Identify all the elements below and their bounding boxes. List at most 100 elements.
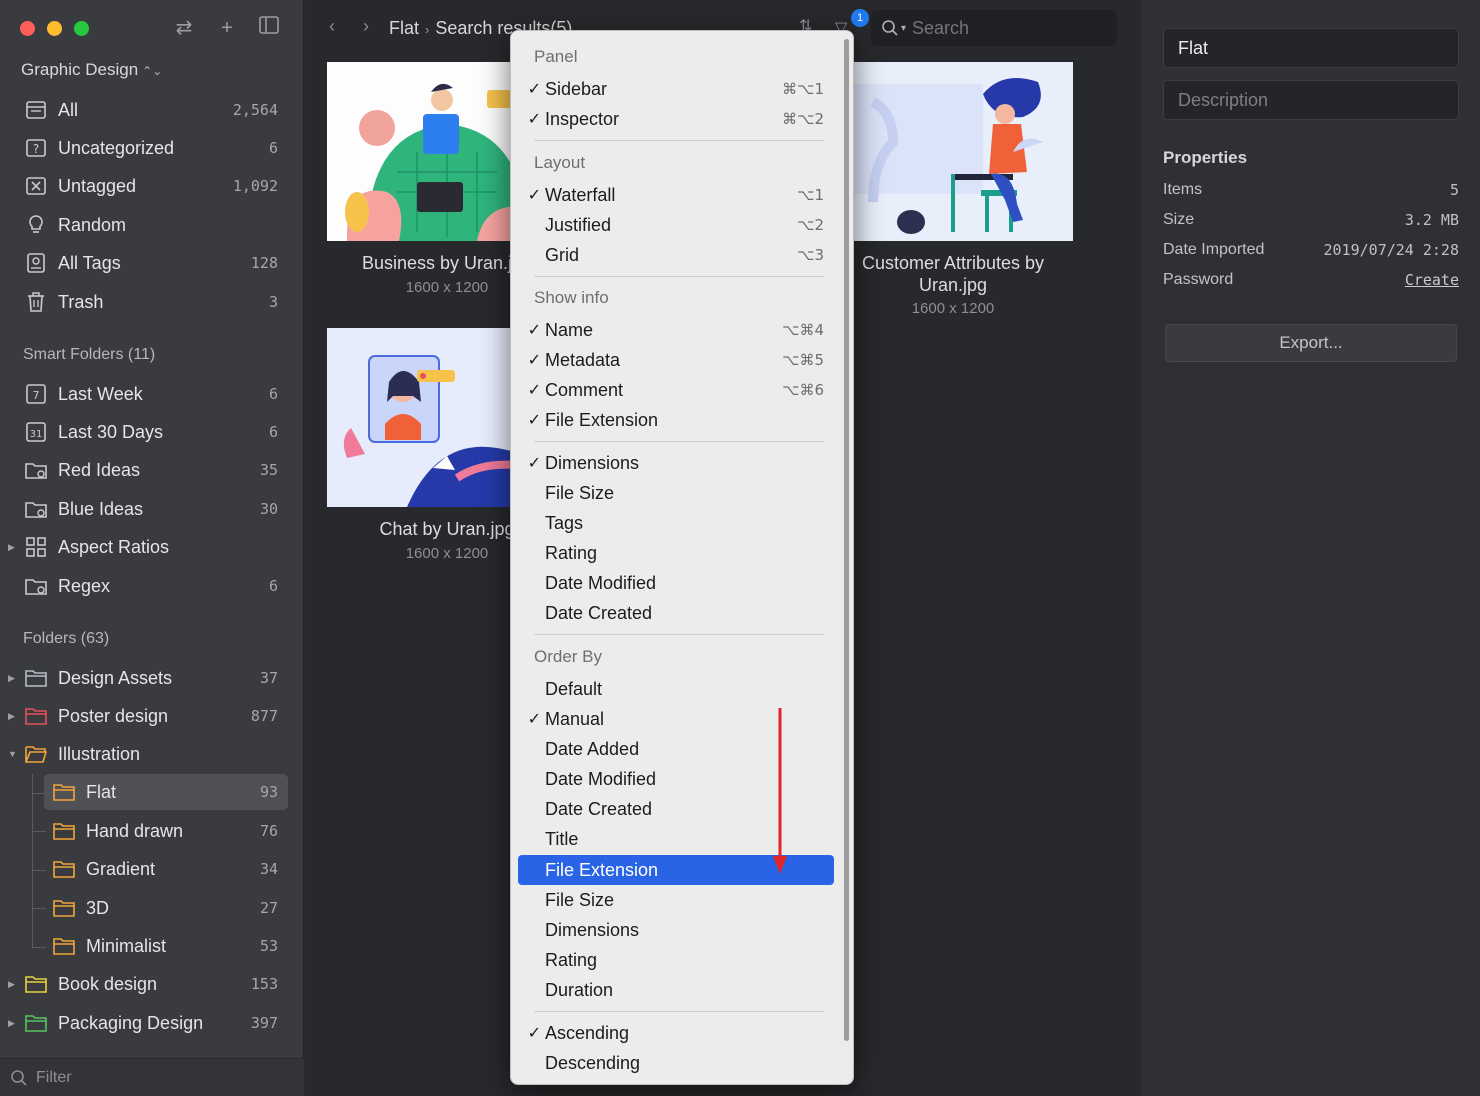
search-input[interactable] — [912, 17, 1093, 39]
disclosure-down-icon[interactable]: ▼ — [8, 749, 17, 759]
annotation-arrow-icon — [773, 708, 787, 874]
description-field[interactable]: Description — [1163, 80, 1459, 120]
create-password-link[interactable]: Create — [1405, 271, 1459, 289]
inspector-panel: Flat Description Properties Items 5 Size 3… — [1140, 0, 1480, 1096]
menu-item-descending[interactable]: Descending — [518, 1048, 834, 1078]
disclosure-right-icon[interactable]: ▶ — [8, 711, 15, 722]
sidebar-filter[interactable]: Filter — [0, 1058, 304, 1096]
menu-item-grid[interactable]: Grid ⌥3 — [518, 240, 834, 270]
property-password: Password Create — [1163, 271, 1459, 289]
sidebar-item-trash[interactable]: Trash 3 — [16, 284, 288, 320]
item-count: 2,564 — [232, 101, 278, 119]
export-button[interactable]: Export... — [1165, 324, 1457, 362]
disclosure-right-icon[interactable]: ▶ — [8, 979, 15, 990]
sidebar-item-label: Last 30 Days — [58, 421, 164, 442]
sidebar-item-all[interactable]: All 2,564 — [16, 92, 288, 128]
menu-item-order-dimensions[interactable]: Dimensions — [518, 915, 834, 945]
sidebar-folder-minimalist[interactable]: Minimalist 53 — [44, 928, 288, 964]
item-count: 27 — [259, 899, 278, 917]
sidebar-item-all-tags[interactable]: All Tags 128 — [16, 245, 288, 281]
sidebar-folder-flat[interactable]: Flat 93 — [44, 774, 288, 810]
menu-item-show-name[interactable]: ✓ Name ⌥⌘4 — [518, 315, 834, 345]
thumbnail[interactable] — [833, 62, 1073, 241]
sidebar-item-uncategorized[interactable]: ? Uncategorized 6 — [16, 130, 288, 166]
folder-name-field[interactable]: Flat — [1163, 28, 1459, 68]
menu-item-show-file-extension[interactable]: ✓ File Extension — [518, 405, 834, 435]
menu-item-order-duration[interactable]: Duration — [518, 975, 834, 1005]
sidebar-folder-poster-design[interactable]: ▶ Poster design 877 — [8, 698, 288, 734]
folder-icon — [52, 934, 76, 958]
sidebar-item-regex[interactable]: Regex 6 — [16, 568, 288, 604]
filter-count-badge: 1 — [851, 9, 869, 27]
menu-item-label: Date Modified — [545, 768, 657, 789]
untagged-icon — [24, 174, 48, 198]
menu-item-sidebar[interactable]: ✓ Sidebar ⌘⌥1 — [518, 74, 834, 104]
menu-item-inspector[interactable]: ✓ Inspector ⌘⌥2 — [518, 104, 834, 134]
sidebar-folder-3d[interactable]: 3D 27 — [44, 890, 288, 926]
item-count: 6 — [268, 577, 278, 595]
add-icon[interactable]: + — [213, 14, 241, 42]
swap-icon[interactable]: ⇄ — [170, 14, 198, 42]
sidebar-folder-design-assets[interactable]: ▶ Design Assets 37 — [8, 660, 288, 696]
toggle-sidebar-icon[interactable] — [255, 14, 283, 42]
sidebar-item-untagged[interactable]: Untagged 1,092 — [16, 168, 288, 204]
sidebar-folder-packaging-design[interactable]: ▶ Packaging Design 397 — [8, 1005, 288, 1041]
window-close-button[interactable] — [20, 21, 35, 36]
disclosure-right-icon[interactable]: ▶ — [8, 673, 15, 684]
menu-item-label: Descending — [545, 1052, 641, 1073]
sidebar-folder-book-design[interactable]: ▶ Book design 153 — [8, 966, 288, 1002]
sidebar-item-blue-ideas[interactable]: Blue Ideas 30 — [16, 491, 288, 527]
sidebar-folder-hand-drawn[interactable]: Hand drawn 76 — [44, 813, 288, 849]
sidebar-item-red-ideas[interactable]: Red Ideas 35 — [16, 452, 288, 488]
checkmark-icon: ✓ — [527, 111, 541, 128]
menu-item-label: Rating — [545, 949, 598, 970]
menu-shortcut: ⌥⌘4 — [782, 321, 824, 339]
sidebar-item-label: Gradient — [86, 858, 156, 879]
window-maximize-button[interactable] — [74, 21, 89, 36]
disclosure-right-icon[interactable]: ▶ — [8, 1018, 15, 1029]
breadcrumb-folder[interactable]: Flat — [389, 18, 419, 38]
sidebar-item-label: All Tags — [58, 252, 121, 273]
smart-folder-icon — [24, 458, 48, 482]
menu-item-show-date-created[interactable]: Date Created — [518, 598, 834, 628]
disclosure-right-icon[interactable]: ▶ — [8, 542, 15, 553]
back-icon[interactable]: ‹ — [329, 16, 335, 37]
sidebar-item-label: 3D — [86, 897, 110, 918]
folder-icon — [52, 780, 76, 804]
menu-item-ascending[interactable]: ✓ Ascending — [518, 1018, 834, 1048]
sidebar-item-last-30-days[interactable]: 31 Last 30 Days 6 — [16, 414, 288, 450]
menu-item-show-metadata[interactable]: ✓ Metadata ⌥⌘5 — [518, 345, 834, 375]
smart-folders-header[interactable]: Smart Folders (11) — [23, 346, 155, 364]
sidebar-folder-illustration[interactable]: ▼ Illustration — [8, 736, 288, 772]
checkmark-icon: ✓ — [527, 382, 541, 399]
menu-item-label: Date Created — [545, 602, 653, 623]
menu-item-show-comment[interactable]: ✓ Comment ⌥⌘6 — [518, 375, 834, 405]
menu-item-show-date-modified[interactable]: Date Modified — [518, 568, 834, 598]
sidebar-folder-gradient[interactable]: Gradient 34 — [44, 851, 288, 887]
menu-item-show-rating[interactable]: Rating — [518, 538, 834, 568]
forward-icon[interactable]: › — [363, 16, 369, 37]
menu-item-order-rating[interactable]: Rating — [518, 945, 834, 975]
sidebar-item-last-week[interactable]: 7 Last Week 6 — [16, 376, 288, 412]
window-minimize-button[interactable] — [47, 21, 62, 36]
menu-item-waterfall[interactable]: ✓ Waterfall ⌥1 — [518, 180, 834, 210]
sidebar-item-aspect-ratios[interactable]: ▶ Aspect Ratios — [8, 529, 288, 565]
item-count: 34 — [259, 860, 278, 878]
sidebar-item-random[interactable]: Random — [16, 207, 288, 243]
menu-item-show-dimensions[interactable]: ✓ Dimensions — [518, 448, 834, 478]
folders-header[interactable]: Folders (63) — [23, 630, 109, 648]
menu-scrollbar[interactable] — [844, 39, 849, 1041]
menu-item-order-file-size[interactable]: File Size — [518, 885, 834, 915]
search-box[interactable]: ▾ — [871, 10, 1117, 46]
folder-icon — [52, 896, 76, 920]
menu-item-show-tags[interactable]: Tags — [518, 508, 834, 538]
menu-item-order-default[interactable]: Default — [518, 674, 834, 704]
checkmark-icon: ✓ — [527, 412, 541, 429]
library-switcher[interactable]: Graphic Design ⌃⌄ — [21, 60, 162, 80]
property-value: 3.2 MB — [1404, 211, 1459, 229]
property-size: Size 3.2 MB — [1163, 211, 1459, 229]
search-icon — [882, 20, 898, 36]
menu-item-show-file-size[interactable]: File Size — [518, 478, 834, 508]
menu-item-justified[interactable]: Justified ⌥2 — [518, 210, 834, 240]
checkmark-icon: ✓ — [527, 322, 541, 339]
